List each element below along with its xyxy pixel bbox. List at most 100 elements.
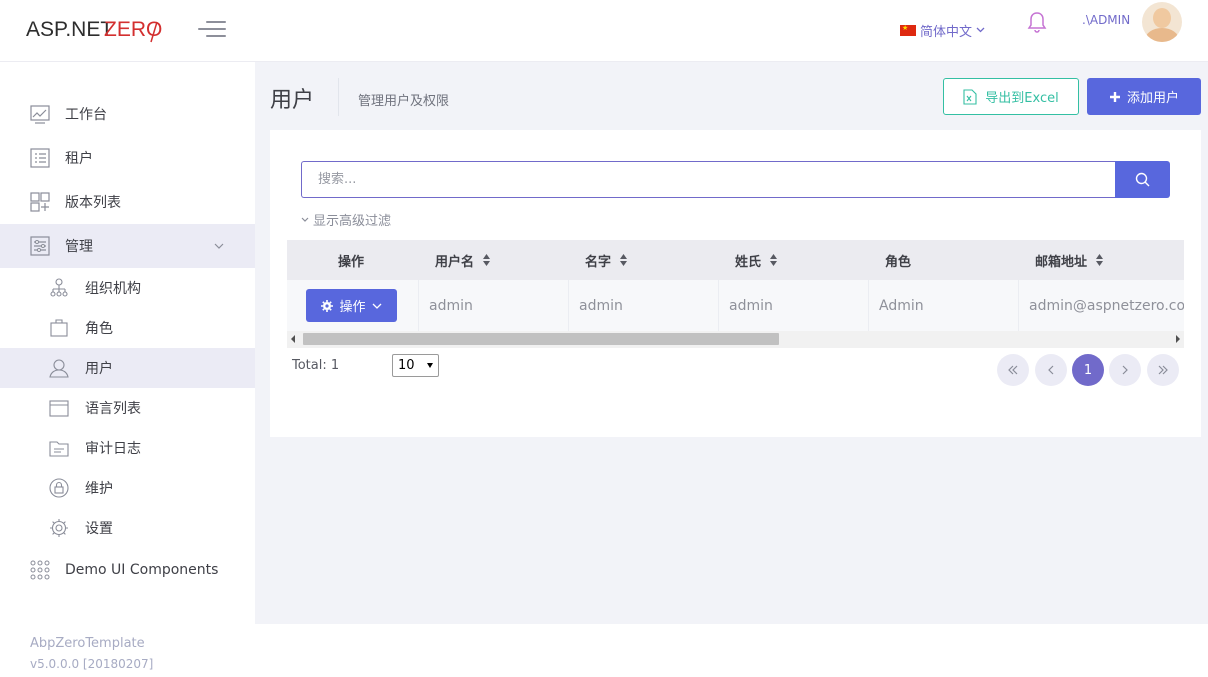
search-button[interactable]	[1115, 161, 1170, 198]
sidebar-item-organization-units[interactable]: 组织机构	[0, 268, 255, 308]
sidebar-item-languages[interactable]: 语言列表	[0, 388, 255, 428]
list-icon	[30, 148, 50, 168]
gear-icon	[50, 519, 68, 537]
horizontal-scrollbar[interactable]	[287, 331, 1184, 348]
chevron-down-icon	[301, 217, 309, 222]
sidebar-item-label: 角色	[85, 321, 113, 337]
top-header: ASP.NET ZERO 简体中文 .\ADMIN	[0, 0, 1208, 62]
total-count: Total: 1	[292, 358, 340, 373]
sidebar-item-audit-logs[interactable]: 审计日志	[0, 428, 255, 468]
table-header: 操作 用户名 名字 姓氏 角色 邮箱地址	[287, 240, 1184, 280]
briefcase-icon	[50, 319, 68, 337]
scroll-right-arrow-icon[interactable]	[1176, 335, 1180, 343]
column-header-username[interactable]: 用户名	[435, 240, 491, 280]
column-header-name[interactable]: 名字	[585, 240, 628, 280]
logo[interactable]: ASP.NET ZERO	[24, 12, 169, 48]
scroll-left-arrow-icon[interactable]	[291, 335, 295, 343]
sidebar-item-label: 版本列表	[65, 195, 121, 211]
page-size-select[interactable]: 10	[392, 354, 439, 377]
sort-icon	[483, 254, 491, 266]
chevron-left-icon	[1048, 365, 1054, 375]
window-icon	[49, 400, 69, 417]
scrollbar-thumb[interactable]	[303, 333, 779, 345]
advanced-filter-label: 显示高级过滤	[313, 214, 392, 229]
row-actions-button[interactable]: 操作	[306, 289, 397, 322]
title-divider	[338, 78, 339, 116]
column-header-email[interactable]: 邮箱地址	[1035, 240, 1104, 280]
column-header-actions: 操作	[338, 254, 365, 270]
cell-roles: Admin	[868, 280, 1018, 331]
users-table: 操作 用户名 名字 姓氏 角色 邮箱地址 操作 admin admin admi…	[287, 240, 1184, 348]
sidebar-item-label: 语言列表	[85, 401, 141, 417]
cell-surname: admin	[718, 280, 868, 331]
language-label: 简体中文	[920, 24, 973, 40]
chevron-down-icon	[976, 27, 985, 33]
china-flag-icon	[900, 24, 916, 36]
grid-icon	[30, 192, 50, 212]
sidebar-item-editions[interactable]: 版本列表	[0, 180, 255, 224]
export-excel-button[interactable]: 导出到Excel	[943, 78, 1079, 115]
cell-username: admin	[418, 280, 568, 331]
row-actions-label: 操作	[339, 300, 366, 315]
plus-icon	[1109, 91, 1120, 102]
logo-graphic: ASP.NET ZERO	[26, 18, 162, 43]
add-user-button[interactable]: 添加用户	[1087, 78, 1201, 115]
chart-icon	[30, 105, 50, 124]
logo-prefix: ASP.NET	[26, 18, 113, 41]
org-chart-icon	[50, 278, 68, 297]
search-input[interactable]	[301, 161, 1115, 198]
add-user-label: 添加用户	[1126, 91, 1179, 106]
sidebar-item-demo-ui[interactable]: Demo UI Components	[0, 548, 255, 592]
sidebar-item-dashboard[interactable]: 工作台	[0, 92, 255, 136]
next-page-button[interactable]	[1109, 354, 1141, 386]
page-button-current[interactable]: 1	[1072, 354, 1104, 386]
footer: AbpZeroTemplate v5.0.0.0 [20180207]	[0, 624, 1208, 677]
page-title: 用户	[270, 88, 315, 113]
cell-email: admin@aspnetzero.com	[1018, 280, 1184, 331]
first-page-button[interactable]	[997, 354, 1029, 386]
sidebar-item-label: 用户	[85, 361, 113, 377]
logo-suffix: ZERO	[104, 18, 162, 41]
chevron-right-icon	[1122, 365, 1128, 375]
sort-icon	[620, 254, 628, 266]
sidebar-item-label: 组织机构	[85, 281, 141, 297]
footer-app-name: AbpZeroTemplate	[30, 636, 145, 651]
folder-icon	[49, 441, 69, 457]
chevron-down-icon	[214, 243, 224, 249]
avatar[interactable]	[1142, 2, 1182, 42]
language-switcher[interactable]: 简体中文	[900, 20, 985, 40]
sidebar-item-settings[interactable]: 设置	[0, 508, 255, 548]
search-icon	[1135, 172, 1150, 187]
page-description: 管理用户及权限	[358, 94, 450, 109]
menu-toggle-icon[interactable]	[198, 19, 226, 39]
dots-grid-icon	[30, 560, 50, 580]
user-name[interactable]: .\ADMIN	[1082, 13, 1130, 27]
cell-name: admin	[568, 280, 718, 331]
sliders-icon	[30, 236, 50, 256]
last-page-button[interactable]	[1147, 354, 1179, 386]
sidebar-item-label: 租户	[65, 151, 93, 167]
lock-icon	[49, 478, 69, 498]
notification-bell-icon[interactable]	[1025, 10, 1049, 36]
sidebar-item-roles[interactable]: 角色	[0, 308, 255, 348]
chevron-down-icon	[372, 303, 381, 309]
sidebar-item-label: 维护	[85, 481, 113, 497]
sidebar-item-label: 审计日志	[85, 441, 141, 457]
advanced-filter-toggle[interactable]: 显示高级过滤	[301, 210, 391, 229]
double-chevron-left-icon	[1008, 365, 1018, 375]
sidebar-item-tenants[interactable]: 租户	[0, 136, 255, 180]
table-row: 操作 admin admin admin Admin admin@aspnetz…	[287, 280, 1184, 331]
export-excel-label: 导出到Excel	[985, 91, 1059, 106]
sidebar-item-administration[interactable]: 管理	[0, 224, 255, 268]
sidebar-item-label: 设置	[85, 521, 113, 537]
column-header-roles: 角色	[885, 254, 912, 270]
double-chevron-right-icon	[1158, 365, 1168, 375]
prev-page-button[interactable]	[1035, 354, 1067, 386]
search-bar	[301, 161, 1170, 198]
sidebar-item-maintenance[interactable]: 维护	[0, 468, 255, 508]
user-icon	[49, 359, 69, 378]
sidebar-item-users[interactable]: 用户	[0, 348, 255, 388]
excel-file-icon	[963, 88, 977, 105]
actions-cell: 操作	[287, 280, 418, 331]
column-header-surname[interactable]: 姓氏	[735, 240, 778, 280]
